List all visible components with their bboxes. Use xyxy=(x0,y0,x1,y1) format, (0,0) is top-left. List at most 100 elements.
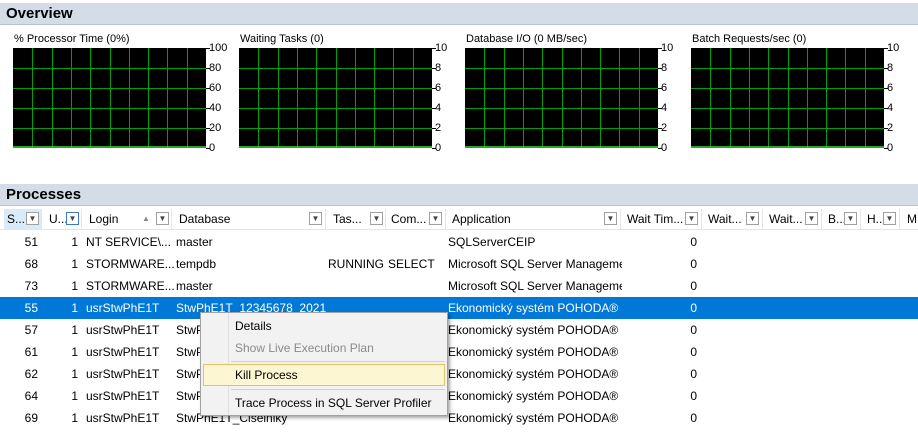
chart-batch-requests: Batch Requests/sec (0) 10 8 6 4 2 0 xyxy=(678,33,904,157)
column-label: S... xyxy=(7,212,26,226)
filter-dropdown-icon[interactable]: ▼ xyxy=(805,212,818,225)
cell-login: usrStwPhE1T xyxy=(86,323,160,337)
filter-dropdown-icon[interactable]: ▼ xyxy=(156,212,169,225)
tick-label: 0 xyxy=(209,142,216,154)
cell-application: Ekonomický systém POHODA® xyxy=(448,389,619,403)
chart-database-io: Database I/O (0 MB/sec) 10 8 6 4 2 0 xyxy=(452,33,678,157)
cell-login: usrStwPhE1T xyxy=(86,411,160,425)
column-label: Database xyxy=(179,212,231,226)
cell-application: Ekonomický systém POHODA® xyxy=(448,345,619,359)
column-header-wait-type[interactable]: Wait... ▼ xyxy=(705,209,763,229)
tick-label: 8 xyxy=(887,62,894,74)
column-label: Wait... xyxy=(769,212,803,226)
cell-application: Ekonomický systém POHODA® xyxy=(448,367,619,381)
filter-dropdown-icon[interactable]: ▼ xyxy=(604,212,617,225)
table-row[interactable]: 69 1 usrStwPhE1T StwPhE1T_Ciselniky Ekonomic… xyxy=(0,407,918,429)
chart-processor-time: % Processor Time (0%) 100 80 60 40 20 0 xyxy=(0,33,227,157)
cell-user-process: 1 xyxy=(71,323,78,337)
column-header-session-id[interactable]: S... ▼ xyxy=(4,209,42,229)
table-row[interactable]: 73 1 STORMWARE... master Microsoft SQL Serve… xyxy=(0,275,918,297)
menu-item-trace-process[interactable]: Trace Process in SQL Server Profiler xyxy=(203,392,445,414)
chart-title: % Processor Time (0%) xyxy=(14,33,130,45)
cell-session-id: 51 xyxy=(24,235,38,249)
chart-plot-area xyxy=(239,48,432,148)
processes-header: Processes xyxy=(0,184,918,206)
table-row[interactable]: 51 1 NT SERVICE\... master SQLServerCEIP 0 xyxy=(0,231,918,253)
filter-dropdown-icon[interactable]: ▼ xyxy=(309,212,322,225)
column-header-user-process[interactable]: U... ▼ xyxy=(46,209,82,229)
cell-wait-time: 0 xyxy=(690,323,697,337)
cell-session-id: 73 xyxy=(24,279,38,293)
column-header-blocked-by[interactable]: B... ▼ xyxy=(825,209,861,229)
cell-login: STORMWARE... xyxy=(86,257,174,271)
filter-dropdown-icon[interactable]: ▼ xyxy=(429,212,442,225)
cell-wait-time: 0 xyxy=(690,411,697,425)
tick-label: 40 xyxy=(209,102,222,114)
tick-label: 60 xyxy=(209,82,222,94)
column-label: Wait... xyxy=(708,212,742,226)
column-header-command[interactable]: Com... ▼ xyxy=(388,209,446,229)
table-row[interactable]: 621usrStwPhE1TStwPhE1TEkonomický systém … xyxy=(0,363,918,385)
cell-user-process: 1 xyxy=(71,389,78,403)
chart-plot-area xyxy=(691,48,884,148)
filter-dropdown-icon[interactable]: ▼ xyxy=(685,212,698,225)
cell-user-process: 1 xyxy=(71,257,78,271)
cell-wait-time: 0 xyxy=(690,389,697,403)
cell-session-id: 64 xyxy=(24,389,38,403)
menu-item-kill-process[interactable]: Kill Process xyxy=(203,364,445,386)
cell-login: usrStwPhE1T xyxy=(86,301,160,315)
sort-ascending-icon: ▲ xyxy=(142,214,150,223)
menu-separator xyxy=(231,389,445,390)
chart-title: Database I/O (0 MB/sec) xyxy=(466,33,588,45)
chart-waiting-tasks: Waiting Tasks (0) 10 8 6 4 2 0 xyxy=(226,33,452,157)
column-header-memory[interactable]: M xyxy=(904,209,918,229)
tick-label: 8 xyxy=(661,62,668,74)
table-row[interactable]: 611usrStwPhE1TStwPhE1TEkonomický systém … xyxy=(0,341,918,363)
menu-separator xyxy=(231,361,445,362)
column-header-task-state[interactable]: Tas... ▼ xyxy=(330,209,386,229)
cell-session-id: 57 xyxy=(24,323,38,337)
column-header-application[interactable]: Application ▼ xyxy=(449,209,621,229)
tick-label: 10 xyxy=(661,42,674,54)
chart-svg xyxy=(465,48,658,148)
cell-user-process: 1 xyxy=(71,411,78,425)
chart-svg xyxy=(691,48,884,148)
tick-label: 20 xyxy=(209,122,222,134)
tick-label: 8 xyxy=(435,62,442,74)
table-row[interactable]: 571usrStwPhE1TStwPhE1TEkonomický systém … xyxy=(0,319,918,341)
filter-dropdown-icon[interactable]: ▼ xyxy=(844,212,857,225)
cell-command: SELECT xyxy=(388,257,435,271)
tick-label: 6 xyxy=(661,82,668,94)
table-row[interactable]: 68 1 STORMWARE... tempdb RUNNING SELECT Micros… xyxy=(0,253,918,275)
filter-dropdown-icon[interactable]: ▼ xyxy=(66,212,79,225)
cell-session-id: 69 xyxy=(24,411,38,425)
table-row[interactable]: 641usrStwPhE1TStwPhE1TEkonomický systém … xyxy=(0,385,918,407)
cell-database: master xyxy=(176,235,213,249)
column-header-database[interactable]: Database ▼ xyxy=(176,209,326,229)
tick-label: 0 xyxy=(887,142,894,154)
cell-wait-time: 0 xyxy=(690,279,697,293)
column-header-head-blocker[interactable]: H... ▼ xyxy=(864,209,900,229)
column-header-wait-resource[interactable]: Wait... ▼ xyxy=(766,209,822,229)
cell-wait-time: 0 xyxy=(690,257,697,271)
column-label: Com... xyxy=(391,212,427,226)
cell-user-process: 1 xyxy=(71,367,78,381)
column-label: U... xyxy=(49,212,68,226)
menu-item-details[interactable]: Details xyxy=(203,315,445,337)
cell-database: master xyxy=(176,279,213,293)
tick-label: 4 xyxy=(435,102,442,114)
column-label: Wait Tim... xyxy=(627,212,684,226)
filter-dropdown-icon[interactable]: ▼ xyxy=(370,212,383,225)
tick-label: 2 xyxy=(435,122,442,134)
filter-dropdown-icon[interactable]: ▼ xyxy=(883,212,896,225)
filter-dropdown-icon[interactable]: ▼ xyxy=(26,212,39,225)
column-header-wait-time[interactable]: Wait Tim... ▼ xyxy=(624,209,702,229)
cell-login: usrStwPhE1T xyxy=(86,345,160,359)
cell-login: usrStwPhE1T xyxy=(86,389,160,403)
column-header-login[interactable]: Login ▲ ▼ xyxy=(86,209,172,229)
table-row[interactable]: 55 1 usrStwPhE1T StwPhE1T_12345678_2021 Ekon… xyxy=(0,297,918,319)
cell-wait-time: 0 xyxy=(690,367,697,381)
filter-dropdown-icon[interactable]: ▼ xyxy=(746,212,759,225)
context-menu: Details Show Live Execution Plan Kill Pr… xyxy=(200,312,448,416)
column-header-row: S... ▼ U... ▼ Login ▲ ▼ Database ▼ Tas..… xyxy=(0,209,918,230)
